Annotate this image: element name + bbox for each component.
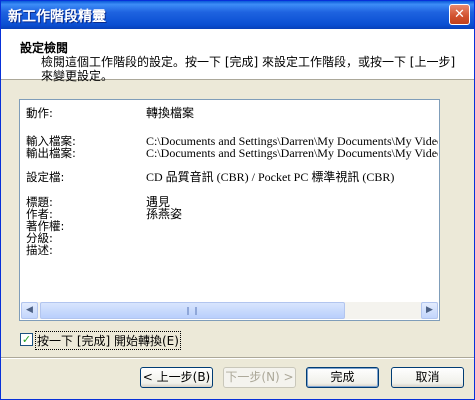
arrow-left-icon: ◀	[26, 305, 33, 315]
footer-divider	[1, 357, 474, 359]
setting-label: 動作:	[26, 106, 53, 120]
setting-label: 描述:	[26, 243, 53, 257]
setting-value: 孫燕姿	[146, 207, 183, 221]
settings-summary-box[interactable]: 動作: 轉換檔案 輸入檔案: C:\Documents and Settings…	[19, 99, 440, 321]
arrow-right-icon: ▶	[426, 305, 433, 315]
page-title: 設定檢閱	[20, 41, 69, 55]
title-bar[interactable]: 新工作階段精靈 ✕	[1, 1, 474, 29]
window-title: 新工作階段精靈	[8, 9, 106, 25]
checkmark-icon: ✓	[21, 333, 32, 346]
close-button[interactable]: ✕	[449, 4, 470, 25]
finish-button[interactable]: 完成	[306, 367, 379, 388]
scroll-left-button[interactable]: ◀	[21, 302, 38, 319]
scroll-right-button[interactable]: ▶	[421, 302, 438, 319]
setting-value: CD 品質音訊 (CBR) / Pocket PC 標準視訊 (CBR)	[146, 170, 395, 184]
close-icon: ✕	[454, 7, 465, 22]
next-button[interactable]: 下一步(N) >	[223, 367, 296, 388]
grip-icon	[187, 307, 197, 315]
setting-label: 設定檔:	[26, 170, 65, 184]
page-description: 檢閱這個工作階段的設定。按一下 [完成] 來設定工作階段，或按一下 [上一步] …	[41, 55, 456, 83]
cancel-button[interactable]: 取消	[391, 367, 464, 388]
setting-value: C:\Documents and Settings\Darren\My Docu…	[146, 146, 438, 160]
scroll-thumb[interactable]	[40, 302, 345, 319]
setting-value: 轉換檔案	[146, 106, 195, 120]
horizontal-scrollbar[interactable]: ◀ ▶	[21, 302, 438, 319]
start-conversion-checkbox[interactable]: ✓	[20, 333, 33, 346]
settings-list: 動作: 轉換檔案 輸入檔案: C:\Documents and Settings…	[24, 104, 438, 302]
setting-label: 輸出檔案:	[26, 146, 76, 160]
wizard-header: 設定檢閱 檢閱這個工作階段的設定。按一下 [完成] 來設定工作階段，或按一下 […	[1, 29, 474, 83]
start-conversion-label[interactable]: 按一下 [完成] 開始轉換(E)	[35, 331, 181, 350]
back-button[interactable]: < 上一步(B)	[140, 367, 213, 388]
wizard-window: 新工作階段精靈 ✕ 設定檢閱 檢閱這個工作階段的設定。按一下 [完成] 來設定工…	[0, 0, 475, 400]
